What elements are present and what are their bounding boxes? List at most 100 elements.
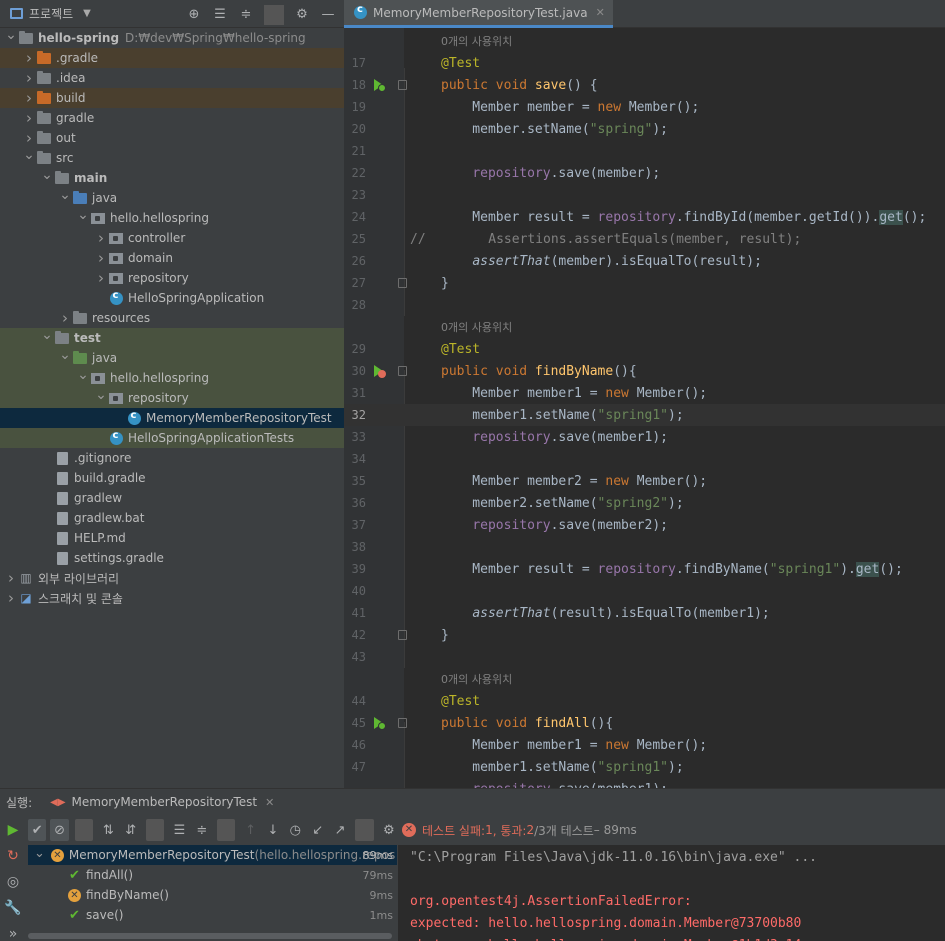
tree-item[interactable]: › .gradle	[0, 48, 344, 68]
tree-item[interactable]: ⌄ java	[0, 347, 344, 368]
usage-hint-line[interactable]: 0개의 사용위치	[344, 30, 945, 52]
test-result-row[interactable]: ⌄ ✕ MemoryMemberRepositoryTest (hello.hell…	[28, 845, 397, 865]
camera-icon[interactable]: ◎	[0, 869, 26, 895]
prev-failed-icon[interactable]: ↑	[241, 819, 259, 841]
chevron-down-icon[interactable]: ⌄	[40, 327, 54, 343]
fold-marker-icon[interactable]	[398, 80, 407, 90]
chevron-down-icon[interactable]: ⌄	[22, 147, 36, 163]
close-icon[interactable]: ✕	[265, 796, 274, 809]
chevron-down-icon[interactable]: ⌄	[76, 207, 90, 223]
code-line[interactable]: 22 repository.save(member);	[344, 162, 945, 184]
fold-marker-icon[interactable]	[398, 278, 407, 288]
tree-item[interactable]: ⌄ src	[0, 147, 344, 168]
tree-item[interactable]: ⌄ hello.hellospring	[0, 367, 344, 388]
run-test-passed-icon[interactable]	[372, 78, 386, 92]
tree-item[interactable]: HelloSpringApplicationTests	[0, 428, 344, 448]
tree-item[interactable]: HelloSpringApplication	[0, 288, 344, 308]
chevron-right-icon[interactable]: ›	[22, 89, 36, 107]
fold-marker-icon[interactable]	[398, 366, 407, 376]
chevron-right-icon[interactable]: ›	[22, 49, 36, 67]
next-failed-icon[interactable]: ↓	[264, 819, 282, 841]
expand-all-icon[interactable]: ☰	[210, 4, 230, 24]
code-line[interactable]: 19 Member member = new Member();	[344, 96, 945, 118]
chevron-down-icon[interactable]: ⌄	[58, 187, 72, 203]
tree-item[interactable]: gradlew	[0, 488, 344, 508]
code-line[interactable]: 38	[344, 536, 945, 558]
chevron-down-icon[interactable]: ⌄	[4, 27, 18, 43]
chevron-right-icon[interactable]: ›	[94, 249, 108, 267]
export-icon[interactable]: ↗	[331, 819, 349, 841]
run-tab[interactable]: ◀▶ MemoryMemberRepositoryTest ✕	[50, 795, 274, 809]
close-icon[interactable]: ✕	[596, 6, 605, 19]
code-line[interactable]: 23	[344, 184, 945, 206]
chevron-right-icon[interactable]: ›	[94, 229, 108, 247]
tree-item[interactable]: › out	[0, 128, 344, 148]
tree-item[interactable]: ⌄ test	[0, 327, 344, 348]
chevron-down-icon[interactable]: ⌄	[58, 347, 72, 363]
code-line[interactable]: 17 @Test	[344, 52, 945, 74]
tree-item[interactable]: › controller	[0, 228, 344, 248]
code-line[interactable]: 33 repository.save(member1);	[344, 426, 945, 448]
chevron-right-icon[interactable]: ›	[4, 589, 18, 607]
tree-item[interactable]: › .idea	[0, 68, 344, 88]
chevron-right-icon[interactable]: ›	[94, 269, 108, 287]
history-icon[interactable]: ◷	[286, 819, 304, 841]
collapse-all-icon[interactable]: ≑	[236, 4, 256, 24]
code-line[interactable]: 21	[344, 140, 945, 162]
gear-icon[interactable]: ⚙	[380, 819, 398, 841]
chevron-down-icon[interactable]: ⌄	[76, 367, 90, 383]
tree-item[interactable]: .gitignore	[0, 448, 344, 468]
sort-alpha-icon[interactable]: ⇅	[99, 819, 117, 841]
code-line[interactable]: 24 Member result = repository.findById(m…	[344, 206, 945, 228]
code-line[interactable]: 44 @Test	[344, 690, 945, 712]
tree-item[interactable]: › gradle	[0, 108, 344, 128]
code-line[interactable]: 47 member1.setName("spring1");	[344, 756, 945, 778]
chevron-right-icon[interactable]: ›	[22, 69, 36, 87]
tree-item[interactable]: › domain	[0, 248, 344, 268]
code-line[interactable]: 43	[344, 646, 945, 668]
fold-marker-icon[interactable]	[398, 630, 407, 640]
code-line[interactable]: 36 member2.setName("spring2");	[344, 492, 945, 514]
tree-item[interactable]: › resources	[0, 308, 344, 328]
tree-item[interactable]: gradlew.bat	[0, 508, 344, 528]
code-line[interactable]: repository.save(member1);	[344, 778, 945, 789]
hide-panel-icon[interactable]: —	[318, 4, 338, 24]
code-line[interactable]: 34	[344, 448, 945, 470]
collapse-all-icon[interactable]: ≑	[193, 819, 211, 841]
chevron-right-icon[interactable]: ›	[58, 309, 72, 327]
chevron-down-icon[interactable]: ⌄	[40, 167, 54, 183]
test-result-row[interactable]: ✔ save() 1ms	[28, 905, 397, 925]
code-line[interactable]: 32 member1.setName("spring1");	[344, 404, 945, 426]
console-output[interactable]: "C:\Program Files\Java\jdk-11.0.16\bin\j…	[398, 845, 945, 941]
horizontal-scrollbar[interactable]	[28, 933, 392, 939]
code-line[interactable]: 18 public void save() {	[344, 74, 945, 96]
tree-item[interactable]: ⌄ hello.hellospring	[0, 207, 344, 228]
gear-icon[interactable]: ⚙	[292, 4, 312, 24]
chevron-down-icon[interactable]: ⌄	[94, 387, 108, 403]
code-line[interactable]: 46 Member member1 = new Member();	[344, 734, 945, 756]
tree-item[interactable]: MemoryMemberRepositoryTest	[0, 408, 344, 428]
rerun-failed-icon[interactable]: ↻	[0, 843, 26, 869]
tree-item[interactable]: › build	[0, 88, 344, 108]
tree-item[interactable]: ⌄ repository	[0, 387, 344, 408]
chevron-right-icon[interactable]: ›	[22, 109, 36, 127]
tree-item[interactable]: › ◪ 스크래치 및 콘솔	[0, 588, 344, 608]
tree-item[interactable]: › ▥ 외부 라이브러리	[0, 568, 344, 588]
code-line[interactable]: 25 // Assertions.assertEquals(member, res…	[344, 228, 945, 250]
expand-all-icon[interactable]: ☰	[170, 819, 188, 841]
code-line[interactable]: 40	[344, 580, 945, 602]
tree-item[interactable]: settings.gradle	[0, 548, 344, 568]
fold-marker-icon[interactable]	[398, 718, 407, 728]
code-line[interactable]: 41 assertThat(result).isEqualTo(member1)…	[344, 602, 945, 624]
code-line[interactable]: 45 public void findAll(){	[344, 712, 945, 734]
chevron-right-icon[interactable]: ›	[4, 569, 18, 587]
sort-duration-icon[interactable]: ⇵	[122, 819, 140, 841]
tree-item[interactable]: build.gradle	[0, 468, 344, 488]
code-line[interactable]: 27}	[344, 272, 945, 294]
show-passed-icon[interactable]: ✔	[28, 819, 47, 841]
tree-item[interactable]: HELP.md	[0, 528, 344, 548]
usage-hint-line[interactable]: 0개의 사용위치	[344, 316, 945, 338]
usage-hint-line[interactable]: 0개의 사용위치	[344, 668, 945, 690]
code-line[interactable]: 42}	[344, 624, 945, 646]
code-area[interactable]: 0개의 사용위치 17 @Test 18 public void save() {19 …	[344, 28, 945, 788]
